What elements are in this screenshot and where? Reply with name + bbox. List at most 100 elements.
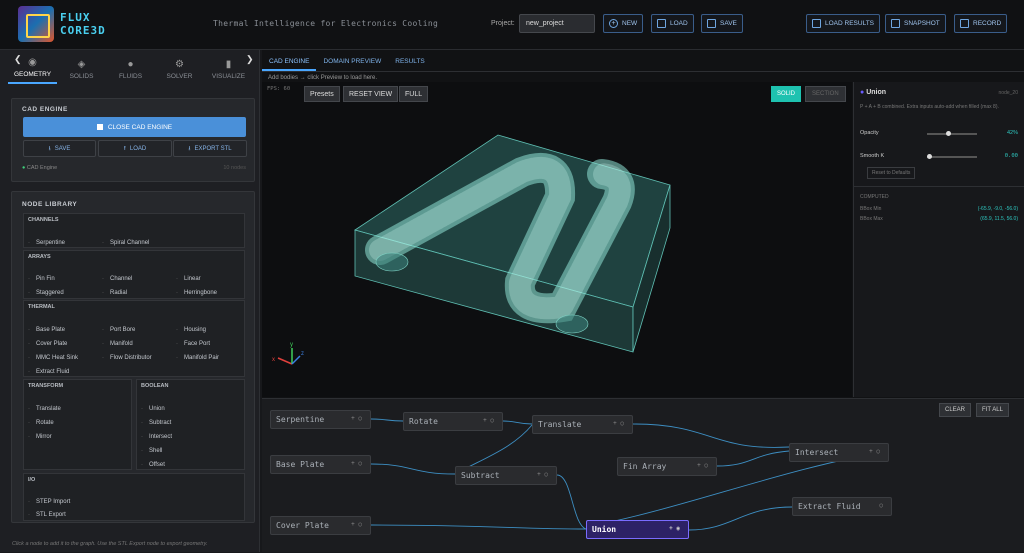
node-item[interactable]: Cover Plate <box>28 341 67 347</box>
opacity-slider[interactable] <box>927 131 977 136</box>
node-item[interactable]: Union <box>141 406 165 412</box>
category-title: ARRAYS <box>28 254 51 260</box>
load-results-button[interactable]: LOAD RESULTS <box>806 14 881 33</box>
node-item[interactable]: Offset <box>141 462 165 468</box>
node-controls[interactable]: + ○ <box>697 462 708 469</box>
tab-results[interactable]: RESULTS <box>388 50 432 71</box>
node-dot-icon: ● <box>860 89 865 96</box>
tab-domain-preview[interactable]: DOMAIN PREVIEW <box>316 50 388 71</box>
graph-node-subtract[interactable]: Subtract + ○ <box>455 466 557 485</box>
tab-geometry[interactable]: ◉ GEOMETRY <box>8 57 57 84</box>
opacity-label: Opacity <box>860 130 879 136</box>
new-button[interactable]: + NEW <box>603 14 644 33</box>
geometry-icon: ◉ <box>28 57 37 68</box>
node-item[interactable]: Port Bore <box>102 327 135 333</box>
graph-node-intersect[interactable]: Intersect + ○ <box>789 443 889 462</box>
tab-solids[interactable]: ◈ SOLIDS <box>57 59 106 84</box>
graph-node-rotate[interactable]: Rotate + ○ <box>403 412 503 431</box>
node-controls[interactable]: + ○ <box>613 420 624 427</box>
smooth-k-slider-knob[interactable] <box>927 154 932 159</box>
node-item[interactable]: Manifold <box>102 341 133 347</box>
graph-node-fin-array[interactable]: Fin Array + ○ <box>617 457 717 476</box>
cad-save-button[interactable]: ⭳ SAVE <box>23 140 96 157</box>
node-controls[interactable]: + ○ <box>351 460 362 467</box>
graph-node-label: Translate <box>538 420 582 429</box>
node-item[interactable]: Intersect <box>141 434 172 440</box>
graph-node-cover-plate[interactable]: Cover Plate + ○ <box>270 516 371 535</box>
axis-x-label: x <box>272 357 275 363</box>
node-item[interactable]: Subtract <box>141 420 171 426</box>
node-controls[interactable]: ○ <box>879 502 883 509</box>
graph-node-union[interactable]: Union + ◉ <box>586 520 689 539</box>
tab-cad-engine[interactable]: CAD ENGINE <box>262 50 317 71</box>
axis-y-label: y <box>290 342 293 348</box>
cad-engine-title: CAD ENGINE <box>22 106 68 113</box>
smooth-k-slider[interactable] <box>927 154 977 159</box>
node-item[interactable]: Rotate <box>28 420 54 426</box>
node-item[interactable]: Channel <box>102 276 132 282</box>
node-item[interactable]: Manifold Pair <box>176 355 219 361</box>
node-item[interactable]: MMC Heat Sink <box>28 355 78 361</box>
node-item[interactable]: Extract Fluid <box>28 369 69 375</box>
tab-visualize[interactable]: ▮ VISUALIZE <box>204 59 253 84</box>
brand-line2: CORE3D <box>60 24 106 37</box>
cad-load-button[interactable]: ⭱ LOAD <box>98 140 172 157</box>
node-controls[interactable]: + ○ <box>537 471 548 478</box>
node-item[interactable]: Linear <box>176 276 201 282</box>
node-graph[interactable]: CLEAR FIT ALL Serpentine + ○ Rotate + ○ Tr… <box>262 398 1024 552</box>
snapshot-button[interactable]: SNAPSHOT <box>885 14 946 33</box>
close-cad-engine-button[interactable]: CLOSE CAD ENGINE <box>23 117 246 137</box>
node-item[interactable]: STL Export <box>28 512 66 518</box>
export-stl-button[interactable]: ⭳ EXPORT STL <box>173 140 247 157</box>
node-controls[interactable]: + ○ <box>351 521 362 528</box>
snapshot-label: SNAPSHOT <box>904 20 940 27</box>
node-item[interactable]: Housing <box>176 327 206 333</box>
load-button[interactable]: LOAD <box>651 14 694 33</box>
node-controls[interactable]: + ○ <box>869 448 880 455</box>
graph-node-extract-fluid[interactable]: Extract Fluid ○ <box>792 497 892 516</box>
node-item[interactable]: STEP Import <box>28 499 70 505</box>
computed-title: COMPUTED <box>860 194 889 200</box>
axis-z-label: z <box>301 351 304 357</box>
node-item[interactable]: Shell <box>141 448 162 454</box>
graph-node-label: Rotate <box>409 417 438 426</box>
close-cad-label: CLOSE CAD ENGINE <box>107 123 173 131</box>
node-item[interactable]: Mirror <box>28 434 52 440</box>
library-hint: Click a node to add it to the graph. Use… <box>12 541 208 547</box>
properties-panel: ● Union node_20 P + A + B combined. Extr… <box>853 82 1024 397</box>
node-item[interactable]: Serpentine <box>28 240 65 246</box>
tab-label: FLUIDS <box>118 73 143 80</box>
node-count: 10 nodes <box>223 165 246 171</box>
graph-node-translate[interactable]: Translate + ○ <box>532 415 633 434</box>
app-logo <box>18 6 54 42</box>
cad-status: ● CAD Engine <box>22 165 57 171</box>
category-title: I/O <box>28 477 36 483</box>
project-name-input[interactable]: new_project <box>519 14 595 33</box>
node-item[interactable]: Staggered <box>28 290 64 296</box>
cad-status-label: CAD Engine <box>26 165 58 171</box>
opacity-slider-knob[interactable] <box>945 131 951 136</box>
node-controls[interactable]: + ○ <box>483 417 494 424</box>
node-item[interactable]: Flow Distributor <box>102 355 152 361</box>
node-item[interactable]: Pin Fin <box>28 276 55 282</box>
node-library-panel: NODE LIBRARY CHANNELS Serpentine Spiral … <box>11 191 255 523</box>
node-item[interactable]: Translate <box>28 406 61 412</box>
save-button[interactable]: SAVE <box>701 14 743 33</box>
brand: FLUX CORE3D <box>60 11 106 37</box>
record-button[interactable]: RECORD <box>954 14 1008 33</box>
node-item[interactable]: Face Port <box>176 341 210 347</box>
node-item[interactable]: Spiral Channel <box>102 240 149 246</box>
node-controls[interactable]: + ◉ <box>669 525 680 532</box>
tab-solver[interactable]: ⚙ SOLVER <box>155 59 204 84</box>
node-item[interactable]: Base Plate <box>28 327 65 333</box>
node-controls[interactable]: + ○ <box>351 415 362 422</box>
graph-node-base-plate[interactable]: Base Plate + ○ <box>270 455 371 474</box>
3d-viewport[interactable]: FPS: 60 Presets RESET VIEW FULL SOLID SE… <box>262 82 852 397</box>
graph-node-serpentine[interactable]: Serpentine + ○ <box>270 410 371 429</box>
node-item[interactable]: Herringbone <box>176 290 217 296</box>
video-icon <box>960 19 969 28</box>
node-item[interactable]: Radial <box>102 290 127 296</box>
upload-icon: ⭱ <box>123 145 126 152</box>
tab-fluids[interactable]: ● FLUIDS <box>106 59 155 84</box>
reset-defaults-button[interactable]: Reset to Defaults <box>867 167 916 179</box>
